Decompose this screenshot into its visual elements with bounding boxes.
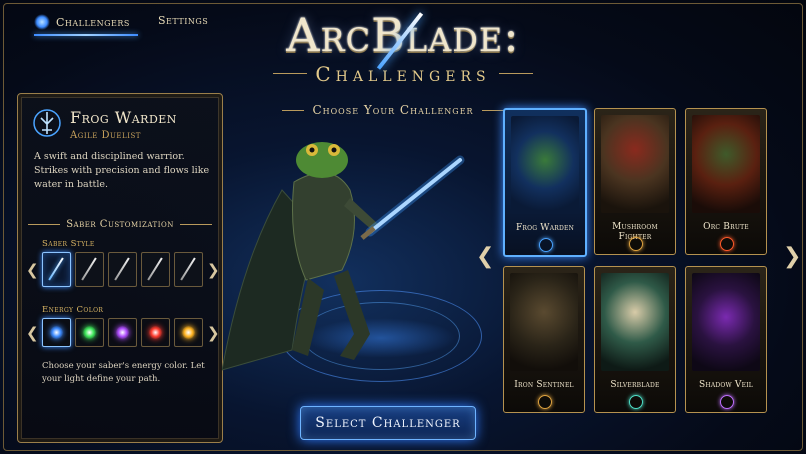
challenger-card-mushroom-fighter[interactable]: Mushroom Fighter [594,108,676,255]
challenger-class-icon [538,395,552,409]
energy-color-red[interactable] [141,318,170,347]
energy-color-blue[interactable] [42,318,71,347]
challenger-class-icon [629,395,643,409]
select-challenger-label: Select Challenger [315,415,461,431]
challenger-name: Silverblade [610,380,660,390]
tab-settings-label: Settings [158,14,209,27]
saber-blade-icon [180,257,196,281]
saber-blade-icon [48,257,64,281]
ornament-line [498,72,533,74]
challenger-portrait [601,273,669,371]
saber-blade-icon [114,257,130,281]
energy-color-purple[interactable] [108,318,137,347]
saber-style-option[interactable] [141,252,170,287]
choose-challenger-heading: Choose Your Challenger [282,103,504,117]
character-name: Frog Warden [70,108,177,127]
energy-color-green[interactable] [75,318,104,347]
challenger-name: Shadow Veil [699,380,753,390]
energy-gem-icon [182,326,195,339]
energy-color-selector: ❮ ❯ [26,318,220,347]
tab-challengers-label: Challengers [56,15,130,29]
color-next-arrow-icon[interactable]: ❯ [207,324,220,342]
ornament-line [273,72,308,74]
challenger-card-shadow-veil[interactable]: Shadow Veil [685,266,767,413]
character-info-panel: Frog Warden Agile Duelist A swift and di… [17,93,223,443]
crossed-swords-icon [34,14,50,30]
energy-color-hint: Choose your saber's energy color. Let yo… [42,361,205,384]
energy-color-gold[interactable] [174,318,203,347]
frog-warden-emblem-icon [33,109,61,137]
challenger-class-icon [539,238,553,252]
character-class: Agile Duelist [70,130,141,141]
choose-challenger-text: Choose Your Challenger [312,103,474,117]
challenger-card-silverblade[interactable]: Silverblade [594,266,676,413]
challenger-portrait [692,115,760,213]
roster-prev-arrow-icon[interactable]: ❮ [476,244,494,269]
saber-style-selector: ❮ ❯ [26,252,220,287]
challenger-card-iron-sentinel[interactable]: Iron Sentinel [503,266,585,413]
challenger-card-orc-brute[interactable]: Orc Brute [685,108,767,255]
challenger-name: Orc Brute [703,222,749,232]
challenger-card-frog-warden[interactable]: Frog Warden [503,108,587,257]
ornament-line [28,224,61,225]
ornament-line [481,109,504,111]
challenger-class-icon [629,237,643,251]
ornament-line [179,224,213,225]
color-prev-arrow-icon[interactable]: ❮ [26,324,39,342]
roster-next-arrow-icon[interactable]: ❯ [783,244,801,269]
saber-style-option[interactable] [174,252,203,287]
logo-subtitle-row: Challengers [258,60,548,86]
frog-warden-figure [222,142,465,371]
tab-settings[interactable]: Settings [158,14,208,27]
energy-color-label: Energy Color [42,305,104,315]
energy-gem-icon [83,326,96,339]
saber-customization-heading: Saber Customization [28,219,213,230]
challenger-class-icon [720,395,734,409]
saber-style-option[interactable] [75,252,104,287]
saber-style-option[interactable] [108,252,137,287]
challenger-name: Iron Sentinel [514,380,574,390]
saber-customization-title: Saber Customization [66,219,174,230]
character-description: A swift and disciplined warrior. Strikes… [34,151,210,190]
game-logo: ArcBlade: Challengers [258,10,548,86]
challenger-portrait [510,273,578,371]
saber-blade-icon [81,257,97,281]
tab-challengers[interactable]: Challengers [34,14,130,30]
challenger-portrait [511,116,579,214]
energy-gem-icon [149,326,162,339]
energy-gem-icon [50,326,63,339]
saber-next-arrow-icon[interactable]: ❯ [207,261,220,279]
challenger-class-icon [720,237,734,251]
active-tab-underline [34,34,138,36]
saber-prev-arrow-icon[interactable]: ❮ [26,261,39,279]
challenger-name: Frog Warden [515,223,575,233]
logo-subtitle: Challengers [315,62,491,86]
challenger-portrait [692,273,760,371]
saber-blade-icon [147,257,163,281]
hero-illustration [222,120,500,450]
energy-gem-icon [116,326,129,339]
challenger-portrait [601,115,669,213]
select-challenger-button[interactable]: Select Challenger [300,406,476,440]
ornament-line [282,109,305,111]
saber-style-label: Saber Style [42,239,95,249]
saber-style-option[interactable] [42,252,71,287]
